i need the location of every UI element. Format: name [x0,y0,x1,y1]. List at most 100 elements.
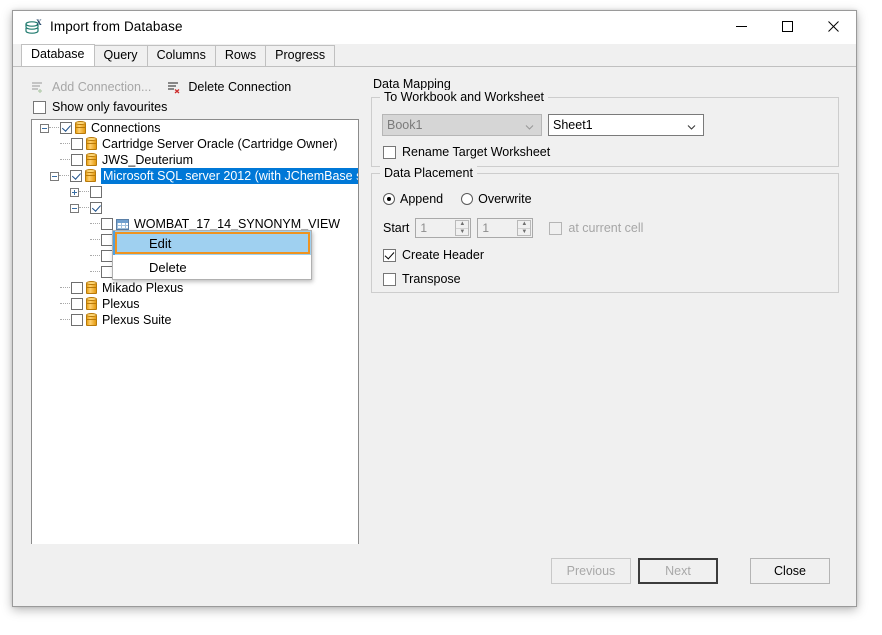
add-connection-icon [31,80,47,94]
spin-up-icon[interactable]: ▲ [518,221,530,229]
chevron-down-icon [525,121,534,130]
tree-checkbox[interactable] [90,186,102,198]
tree-node-label: Connections [91,120,161,136]
next-button[interactable]: Next [638,558,718,584]
tree-line [49,127,59,129]
tree-checkbox[interactable] [71,282,83,294]
rename-target-worksheet-checkbox[interactable] [383,146,396,159]
tree-node-plexus[interactable]: Plexus [32,296,358,312]
start-row-stepper[interactable]: 1 ▲ ▼ [415,218,471,238]
append-label: Append [400,192,443,206]
maximize-icon [781,20,794,33]
expander-plus-icon[interactable] [70,188,79,197]
tree-checkbox[interactable] [71,314,83,326]
tab-rows[interactable]: Rows [215,45,266,66]
tab-columns[interactable]: Columns [147,45,216,66]
tree-node-label: Plexus Suite [102,312,171,328]
tree-node-child-expanded[interactable] [32,200,358,216]
tree-context-menu[interactable]: Edit Delete [112,230,312,280]
minimize-button[interactable] [718,11,764,42]
tree-line [59,175,69,177]
database-icon [86,313,97,327]
close-dialog-button[interactable]: Close [750,558,830,584]
tree-checkbox[interactable] [60,122,72,134]
tree-checkbox[interactable] [71,154,83,166]
transpose-row[interactable]: Transpose [383,272,461,286]
database-icon [86,153,97,167]
workbook-worksheet-group: To Workbook and Worksheet Book1 Sheet1 R… [371,97,839,167]
context-menu-item-edit[interactable]: Edit [113,231,311,255]
add-connection-button[interactable]: Add Connection... [31,80,151,94]
rename-target-worksheet-label: Rename Target Worksheet [402,145,550,159]
at-current-cell-checkbox[interactable] [549,222,562,235]
tree-node-connections[interactable]: Connections [32,120,358,136]
workbook-select[interactable]: Book1 [382,114,542,136]
expander-minus-icon[interactable] [50,172,59,181]
chevron-down-icon [687,121,696,130]
database-icon [85,169,96,183]
previous-button[interactable]: Previous [551,558,631,584]
spin-down-icon[interactable]: ▼ [518,229,530,236]
tab-content-database: Add Connection... Delete Connection S [13,66,856,606]
context-menu-item-delete[interactable]: Delete [113,255,311,279]
spin-up-icon[interactable]: ▲ [456,221,468,229]
tree-node-label: JWS_Deuterium [102,152,193,168]
delete-connection-button[interactable]: Delete Connection [167,80,291,94]
transpose-label: Transpose [402,272,461,286]
tree-line [90,239,100,241]
tree-node-microsoft-sql-server-2012[interactable]: Microsoft SQL server 2012 (with JChemBas… [32,168,358,184]
start-col-stepper[interactable]: 1 ▲ ▼ [477,218,533,238]
tree-checkbox[interactable] [70,170,82,182]
transpose-checkbox[interactable] [383,273,396,286]
overwrite-radio-row[interactable]: Overwrite [461,192,531,206]
tree-node-label: Plexus [102,296,140,312]
at-current-cell-row[interactable]: at current cell [549,221,643,235]
tree-node-jws-deuterium[interactable]: JWS_Deuterium [32,152,358,168]
tree-checkbox[interactable] [71,298,83,310]
show-only-favourites-row[interactable]: Show only favourites [33,100,167,114]
show-only-favourites-checkbox[interactable] [33,101,46,114]
data-mapping-title: Data Mapping [373,77,839,91]
tree-line [79,207,89,209]
expander-minus-icon[interactable] [70,204,79,213]
tab-database[interactable]: Database [21,44,95,66]
close-button[interactable] [810,11,856,42]
rename-target-worksheet-row[interactable]: Rename Target Worksheet [383,145,550,159]
overwrite-radio[interactable] [461,193,473,205]
create-header-row[interactable]: Create Header [383,248,484,262]
data-placement-legend: Data Placement [380,166,477,180]
tree-node-cartridge-server-oracle[interactable]: Cartridge Server Oracle (Cartridge Owner… [32,136,358,152]
context-menu-edit-label: Edit [149,236,171,251]
connections-tree-panel[interactable]: Connections Cartridge Server Oracle (Car… [31,119,359,591]
start-row-value: 1 [420,221,427,235]
add-connection-label: Add Connection... [52,80,151,94]
maximize-button[interactable] [764,11,810,42]
create-header-checkbox[interactable] [383,249,396,262]
tree-node-label: Cartridge Server Oracle (Cartridge Owner… [102,136,338,152]
tree-node-child-collapsed[interactable] [32,184,358,200]
tree-checkbox[interactable] [71,138,83,150]
tree-checkbox[interactable] [90,202,102,214]
data-placement-group: Data Placement Append Overwrite Start 1 [371,173,839,293]
append-radio-row[interactable]: Append [383,192,443,206]
tree-line [60,143,70,145]
context-menu-delete-label: Delete [149,260,187,275]
start-row-spin-buttons[interactable]: ▲ ▼ [455,220,469,236]
show-only-favourites-label: Show only favourites [52,100,167,114]
tree-node-plexus-suite[interactable]: Plexus Suite [32,312,358,328]
worksheet-select[interactable]: Sheet1 [548,114,704,136]
tree-line [90,255,100,257]
tree-node-mikado-plexus[interactable]: Mikado Plexus [32,280,358,296]
start-cell-row: Start 1 ▲ ▼ 1 ▲ ▼ [383,218,643,238]
tab-query[interactable]: Query [94,45,148,66]
append-radio[interactable] [383,193,395,205]
expander-minus-icon[interactable] [40,124,49,133]
tree-checkbox[interactable] [101,218,113,230]
connections-tree[interactable]: Connections Cartridge Server Oracle (Car… [32,120,358,571]
menu-item-accent [113,231,115,255]
at-current-cell-label: at current cell [568,221,643,235]
tab-progress[interactable]: Progress [265,45,335,66]
tree-line [60,319,70,321]
spin-down-icon[interactable]: ▼ [456,229,468,236]
start-col-spin-buttons[interactable]: ▲ ▼ [517,220,531,236]
